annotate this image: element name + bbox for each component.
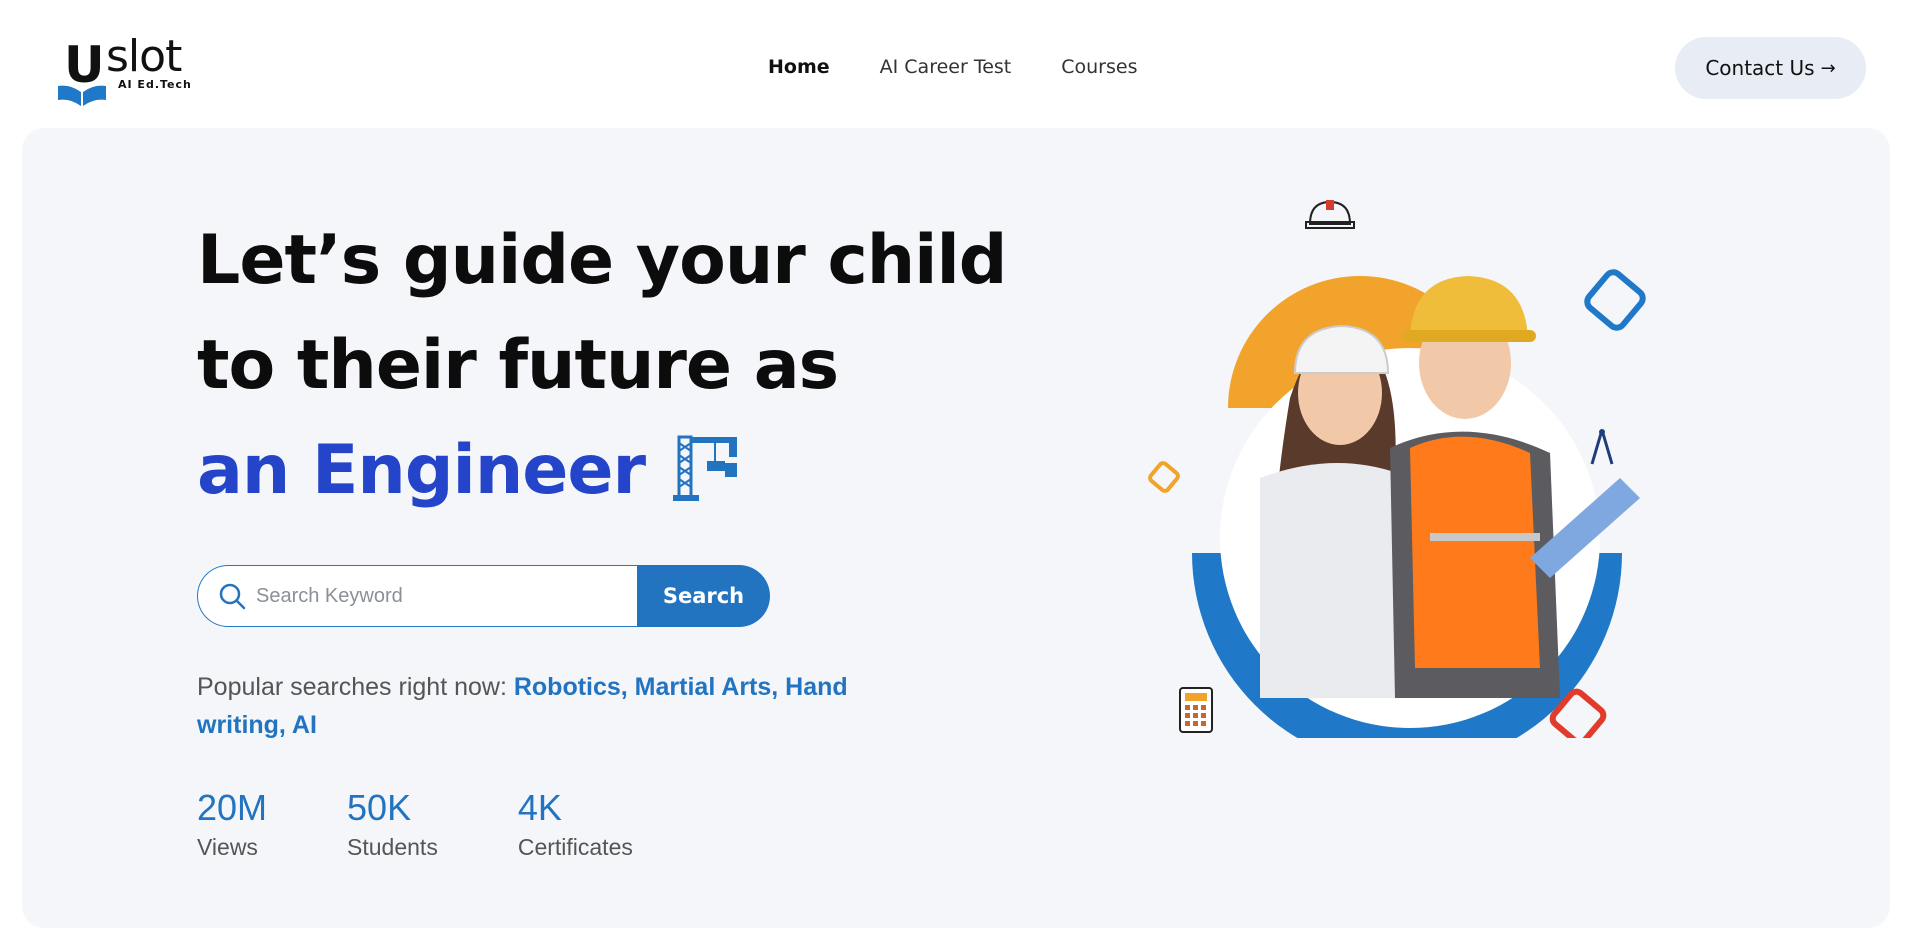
stats-row: 20M Views 50K Students 4K Certificates (197, 788, 713, 861)
contact-us-label: Contact Us (1705, 56, 1815, 80)
stat-certificates: 4K Certificates (518, 788, 633, 861)
headline-line-3: an Engineer (197, 418, 997, 523)
hard-hat-icon (1305, 200, 1355, 229)
orange-square-decoration (1148, 461, 1180, 493)
arrow-right-icon: → (1820, 57, 1836, 79)
hero-headline: Let’s guide your child to their future a… (197, 208, 1007, 523)
stat-value: 4K (517, 787, 562, 828)
headline-profession: an Engineer (197, 431, 646, 510)
uslot-logo[interactable]: U slot AI Ed.Tech (58, 31, 198, 106)
nav-ai-career-test[interactable]: AI Career Test (880, 56, 1012, 78)
stat-label: Students (347, 834, 438, 860)
nav-home[interactable]: Home (768, 56, 830, 78)
compass-icon (1590, 429, 1614, 465)
search-input[interactable] (256, 584, 626, 608)
crane-icon (673, 435, 737, 501)
main-nav: Home AI Career Test Courses (768, 56, 1137, 78)
hero-section: Let’s guide your child to their future a… (22, 128, 1890, 928)
stat-value: 50K (347, 787, 412, 828)
contact-us-button[interactable]: Contact Us → (1675, 37, 1866, 99)
stat-label: Views (197, 834, 258, 860)
stat-views: 20M Views (197, 788, 267, 861)
search-icon (219, 583, 246, 610)
open-book-icon (58, 85, 106, 106)
search-bar: Search (197, 565, 770, 627)
hero-illustration (1148, 200, 1646, 738)
logo-word: slot (106, 31, 182, 82)
calculator-icon (1179, 687, 1213, 733)
stat-students: 50K Students (347, 788, 438, 861)
nav-courses[interactable]: Courses (1061, 56, 1137, 78)
search-button[interactable]: Search (637, 565, 770, 627)
popular-searches: Popular searches right now: Robotics, Ma… (197, 668, 897, 744)
headline-line-2: to their future as (197, 326, 839, 405)
popular-prefix: Popular searches right now: (197, 673, 514, 701)
logo-tagline: AI Ed.Tech (118, 78, 192, 91)
stat-value: 20M (197, 787, 268, 828)
headline-line-1: Let’s guide your child (197, 221, 1007, 300)
stat-label: Certificates (517, 834, 633, 860)
blue-square-decoration (1584, 269, 1646, 331)
search-box[interactable] (197, 565, 637, 627)
site-header: U slot AI Ed.Tech Home AI Career Test Co… (0, 0, 1909, 128)
